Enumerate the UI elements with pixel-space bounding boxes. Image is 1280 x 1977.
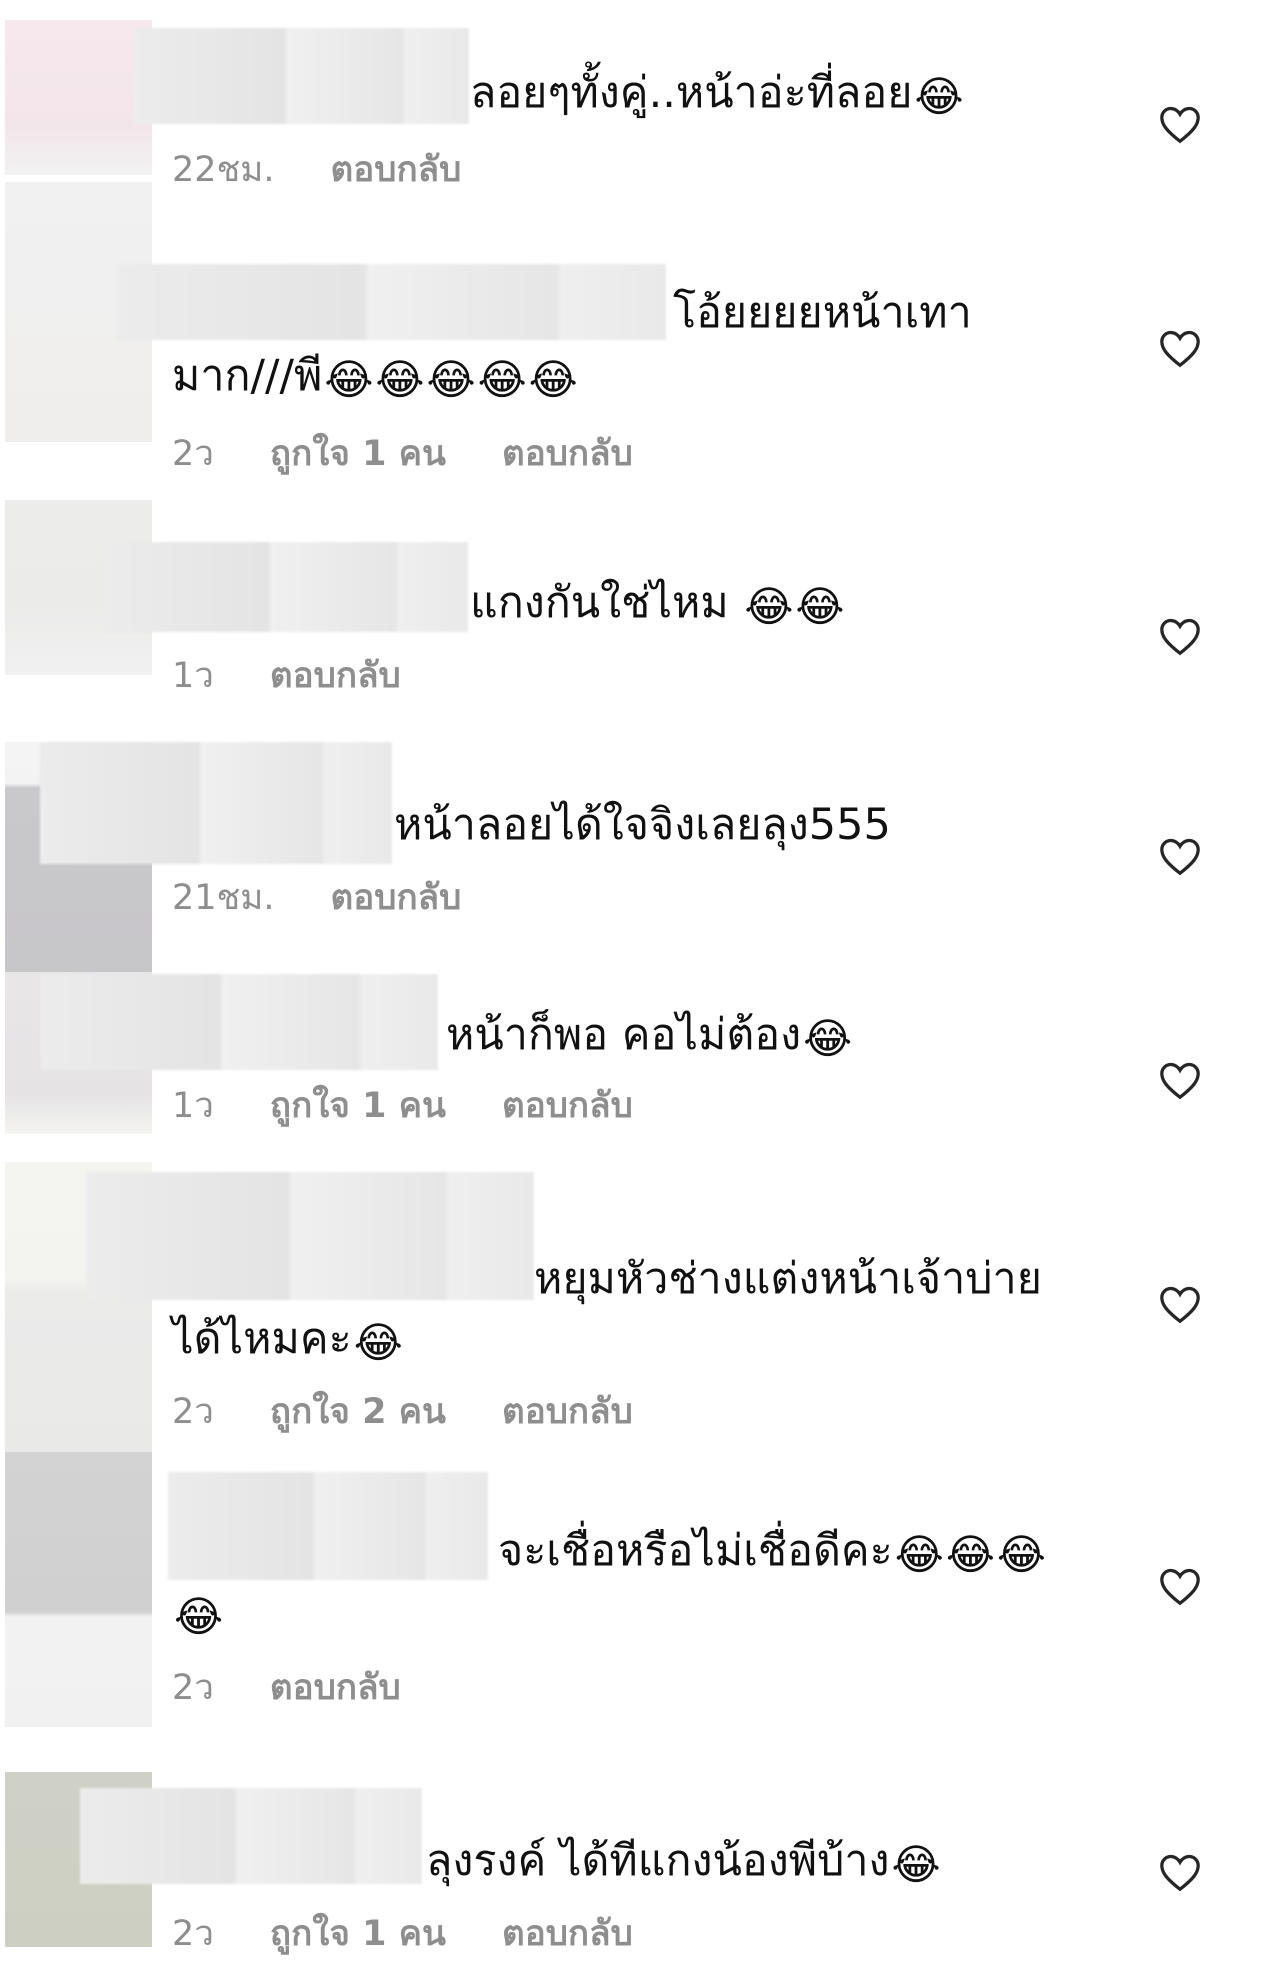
timestamp: 2ว <box>172 434 214 474</box>
comment-meta: 22ชม. ตอบกลับ <box>172 148 461 192</box>
tears-of-joy-emoji-icon: 😂 <box>894 1530 944 1579</box>
comment-text: ลุงรงค์ ได้ทีแกงน้องพีบ้าง😂 <box>426 1832 941 1890</box>
comment-feed: ลอยๆทั้งคู่..หน้าอ่ะที่ลอย😂 22ชม. ตอบกลับ… <box>0 0 1280 1977</box>
heart-outline-icon[interactable] <box>1158 1852 1202 1892</box>
comment-item: หยุมหัวช่างแต่งหน้าเจ้าบ่าย ได้ไหมคะ😂 2ว… <box>0 1162 1280 1452</box>
timestamp: 2ว <box>172 1392 214 1432</box>
comment-meta: 21ชม. ตอบกลับ <box>172 876 461 920</box>
username-redacted[interactable] <box>80 1788 422 1884</box>
comment-item: ลอยๆทั้งคู่..หน้าอ่ะที่ลอย😂 22ชม. ตอบกลับ <box>0 0 1280 232</box>
username-redacted[interactable] <box>40 742 392 864</box>
comment-body: ได้ไหมคะ <box>172 1314 352 1364</box>
comment-text: หน้าก็พอ คอไม่ต้อง😂 <box>446 1006 852 1064</box>
comment-text-continued: ได้ไหมคะ😂 <box>172 1310 403 1368</box>
heart-outline-icon[interactable] <box>1158 1566 1202 1606</box>
comment-body: จะเชื่อหรือไม่เชื่อดีคะ <box>498 1526 893 1576</box>
reply-button[interactable]: ตอบกลับ <box>502 1914 633 1954</box>
comment-text: แกงกันใช่ไหม 😂😂 <box>470 574 845 632</box>
tears-of-joy-emoji-icon: 😂 <box>945 1530 995 1579</box>
comment-meta: 2ว ถูกใจ 1 คน ตอบกลับ <box>172 1912 633 1956</box>
tears-of-joy-emoji-icon: 😂 <box>528 355 578 404</box>
comment-meta: 2ว ถูกใจ 1 คน ตอบกลับ <box>172 432 633 476</box>
comment-body: หน้าลอยได้ใจจิงเลยลุง555 <box>394 800 891 850</box>
timestamp: 1ว <box>172 656 214 696</box>
comment-meta: 2ว ถูกใจ 2 คน ตอบกลับ <box>172 1390 633 1434</box>
like-count[interactable]: ถูกใจ 1 คน <box>270 1914 446 1954</box>
heart-outline-icon[interactable] <box>1158 1060 1202 1100</box>
timestamp: 2ว <box>172 1668 214 1708</box>
comment-body: ลอยๆทั้งคู่..หน้าอ่ะที่ลอย <box>470 68 913 118</box>
like-count[interactable]: ถูกใจ 1 คน <box>270 1086 446 1126</box>
comment-meta: 2ว ตอบกลับ <box>172 1666 401 1710</box>
avatar[interactable] <box>5 1452 152 1727</box>
username-redacted[interactable] <box>40 974 438 1070</box>
like-count[interactable]: ถูกใจ 2 คน <box>270 1392 446 1432</box>
comment-item: ลุงรงค์ ได้ทีแกงน้องพีบ้าง😂 2ว ถูกใจ 1 คน… <box>0 1752 1280 1977</box>
tears-of-joy-emoji-icon: 😂 <box>996 1530 1046 1579</box>
reply-button[interactable]: ตอบกลับ <box>270 656 401 696</box>
heart-outline-icon[interactable] <box>1158 328 1202 368</box>
tears-of-joy-emoji-icon: 😂 <box>744 582 794 631</box>
tears-of-joy-emoji-icon: 😂 <box>426 355 476 404</box>
comment-text: ลอยๆทั้งคู่..หน้าอ่ะที่ลอย😂 <box>470 64 964 122</box>
username-redacted[interactable] <box>116 264 666 340</box>
timestamp: 21ชม. <box>172 878 275 918</box>
reply-button[interactable]: ตอบกลับ <box>502 434 633 474</box>
comment-item: จะเชื่อหรือไม่เชื่อดีคะ😂😂😂 😂 2ว ตอบกลับ <box>0 1452 1280 1752</box>
comment-item: หน้าก็พอ คอไม่ต้อง😂 1ว ถูกใจ 1 คน ตอบกลับ <box>0 962 1280 1172</box>
heart-outline-icon[interactable] <box>1158 616 1202 656</box>
username-redacted[interactable] <box>133 28 469 124</box>
comment-meta: 1ว ตอบกลับ <box>172 654 401 698</box>
tears-of-joy-emoji-icon: 😂 <box>353 1318 403 1367</box>
comment-text-continued: มาก///พี😂😂😂😂😂 <box>172 347 578 405</box>
comment-item: โอ้ยยยยหน้าเทา มาก///พี😂😂😂😂😂 2ว ถูกใจ 1 ค… <box>0 182 1280 522</box>
timestamp: 22ชม. <box>172 150 275 190</box>
comment-item: แกงกันใช่ไหม 😂😂 1ว ตอบกลับ <box>0 500 1280 742</box>
tears-of-joy-emoji-icon: 😂 <box>375 355 425 404</box>
comment-body: โอ้ยยยยหน้าเทา <box>673 288 972 338</box>
tears-of-joy-emoji-icon: 😂 <box>914 72 964 121</box>
comment-meta: 1ว ถูกใจ 1 คน ตอบกลับ <box>172 1084 633 1128</box>
comment-body: ลุงรงค์ ได้ทีแกงน้องพีบ้าง <box>426 1836 890 1886</box>
tears-of-joy-emoji-icon: 😂 <box>324 355 374 404</box>
reply-button[interactable]: ตอบกลับ <box>502 1086 633 1126</box>
tears-of-joy-emoji-icon: 😂 <box>891 1840 941 1889</box>
like-count[interactable]: ถูกใจ 1 คน <box>270 434 446 474</box>
comment-body: หน้าก็พอ คอไม่ต้อง <box>446 1010 802 1060</box>
tears-of-joy-emoji-icon: 😂 <box>174 1592 224 1641</box>
comment-body: มาก///พี <box>172 351 323 401</box>
comment-text: โอ้ยยยยหน้าเทา <box>673 284 972 342</box>
comment-body: แกงกันใช่ไหม <box>470 578 743 628</box>
heart-outline-icon[interactable] <box>1158 836 1202 876</box>
comment-item: หน้าลอยได้ใจจิงเลยลุง555 21ชม. ตอบกลับ <box>0 742 1280 972</box>
heart-outline-icon[interactable] <box>1158 104 1202 144</box>
timestamp: 1ว <box>172 1086 214 1126</box>
comment-text: หยุมหัวช่างแต่งหน้าเจ้าบ่าย <box>534 1250 1042 1308</box>
reply-button[interactable]: ตอบกลับ <box>502 1392 633 1432</box>
comment-text-continued: 😂 <box>172 1584 223 1642</box>
comment-text: จะเชื่อหรือไม่เชื่อดีคะ😂😂😂 <box>498 1522 1046 1580</box>
reply-button[interactable]: ตอบกลับ <box>331 150 462 190</box>
reply-button[interactable]: ตอบกลับ <box>270 1668 401 1708</box>
comment-text: หน้าลอยได้ใจจิงเลยลุง555 <box>394 796 891 854</box>
comment-body: หยุมหัวช่างแต่งหน้าเจ้าบ่าย <box>534 1254 1042 1304</box>
username-redacted[interactable] <box>168 1472 488 1580</box>
timestamp: 2ว <box>172 1914 214 1954</box>
username-redacted[interactable] <box>86 1172 534 1300</box>
tears-of-joy-emoji-icon: 😂 <box>795 582 845 631</box>
heart-outline-icon[interactable] <box>1158 1284 1202 1324</box>
username-redacted[interactable] <box>104 542 468 632</box>
tears-of-joy-emoji-icon: 😂 <box>803 1014 853 1063</box>
avatar[interactable] <box>5 20 152 175</box>
tears-of-joy-emoji-icon: 😂 <box>477 355 527 404</box>
reply-button[interactable]: ตอบกลับ <box>331 878 462 918</box>
